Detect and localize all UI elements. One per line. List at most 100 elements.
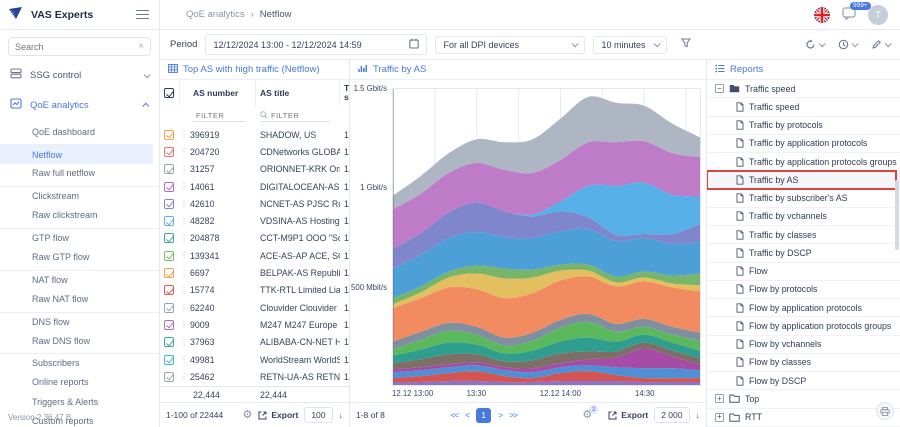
table-row[interactable]: ⋮ 396919 SHADOW, US 16.9: [160, 126, 349, 143]
chart-settings-control[interactable]: ⚙ 2: [582, 410, 592, 421]
table-export-button[interactable]: Export: [258, 410, 298, 420]
sidebar-item[interactable]: Clickstream: [0, 186, 159, 205]
drag-handle-icon[interactable]: ⋮: [180, 372, 186, 381]
search-clear-icon[interactable]: ×: [138, 41, 144, 52]
tree-item[interactable]: Traffic by application protocols: [707, 135, 900, 153]
drag-handle-icon[interactable]: ⋮: [180, 338, 186, 347]
dpi-devices-select[interactable]: For all DPI devices: [435, 36, 585, 54]
table-row[interactable]: ⋮ 62240 Clouvider Clouvider Lir 13.8: [160, 299, 349, 316]
sidebar-item[interactable]: GTP flow: [0, 228, 159, 247]
sidebar-item[interactable]: QoE dashboard: [0, 122, 159, 141]
drag-handle-icon[interactable]: ⋮: [180, 217, 186, 226]
tree-item[interactable]: Traffic speed: [707, 98, 900, 116]
drag-handle-icon[interactable]: ⋮: [180, 251, 186, 260]
edit-control[interactable]: [871, 39, 890, 50]
tree-item[interactable]: Flow by application protocols groups: [707, 317, 900, 335]
sidebar-item[interactable]: Triggers & Alerts: [0, 392, 159, 411]
history-control[interactable]: [838, 39, 857, 50]
tree-item[interactable]: Flow by DSCP: [707, 372, 900, 390]
row-checkbox[interactable]: [164, 233, 174, 243]
drag-handle-icon[interactable]: ⋮: [180, 130, 186, 139]
tree-item[interactable]: Traffic by AS: [707, 171, 900, 189]
sidebar-section-qoe-analytics[interactable]: QoE analytics: [0, 90, 159, 120]
tree-item[interactable]: Flow by application protocols: [707, 299, 900, 317]
col-header-traffic-speed[interactable]: Traffic speed: [340, 84, 349, 103]
drag-handle-icon[interactable]: ⋮: [180, 320, 186, 329]
row-checkbox[interactable]: [164, 337, 174, 347]
sidebar-item[interactable]: Subscribers: [0, 353, 159, 372]
table-row[interactable]: ⋮ 204878 CCT-M9P1 OOO "Sovre 14.4: [160, 230, 349, 247]
tree-item[interactable]: Flow by vchannels: [707, 336, 900, 354]
tree-item[interactable]: Traffic by classes: [707, 226, 900, 244]
expander-icon[interactable]: −: [715, 84, 724, 93]
row-checkbox[interactable]: [164, 372, 174, 382]
page-first-button[interactable]: <<: [450, 410, 458, 420]
filter-funnel-icon[interactable]: [681, 38, 691, 51]
page-current[interactable]: 1: [476, 408, 491, 423]
breadcrumb-parent[interactable]: QoE analytics: [186, 9, 245, 20]
period-range-picker[interactable]: 12/12/2024 13:00 - 12/12/2024 14:59: [205, 34, 427, 55]
drag-handle-icon[interactable]: ⋮: [180, 355, 186, 364]
table-page-size-select[interactable]: 100: [304, 407, 332, 423]
sidebar-item[interactable]: DNS flow: [0, 312, 159, 331]
table-row[interactable]: ⋮ 49981 WorldStream WorldStr 13.5: [160, 351, 349, 368]
page-prev-button[interactable]: <: [465, 410, 469, 420]
row-checkbox[interactable]: [164, 320, 174, 330]
table-row[interactable]: ⋮ 9009 M247 M247 Europe SRL 13.7: [160, 316, 349, 333]
chart-page-size-select[interactable]: 2 000: [654, 407, 689, 423]
tree-item[interactable]: Traffic by vchannels: [707, 208, 900, 226]
table-settings-gear-icon[interactable]: ⚙: [243, 410, 253, 421]
tree-item[interactable]: + Top: [707, 390, 900, 408]
tree-item[interactable]: − Traffic speed: [707, 80, 900, 98]
row-checkbox[interactable]: [164, 216, 174, 226]
row-checkbox[interactable]: [164, 130, 174, 140]
menu-toggle-icon[interactable]: [134, 7, 151, 23]
reports-scrollbar-thumb[interactable]: [895, 180, 899, 250]
chart-plot[interactable]: [392, 88, 701, 386]
search-input[interactable]: [15, 42, 138, 52]
sidebar-item[interactable]: Raw clickstream: [0, 206, 159, 225]
expander-icon[interactable]: +: [715, 394, 724, 403]
tree-item[interactable]: Traffic by DSCP: [707, 244, 900, 262]
expander-icon[interactable]: +: [715, 413, 724, 422]
sidebar-item[interactable]: Raw DNS flow: [0, 331, 159, 350]
row-checkbox[interactable]: [164, 268, 174, 278]
table-row[interactable]: ⋮ 48282 VDSINA-AS Hosting te 15.3: [160, 212, 349, 229]
sidebar-item[interactable]: Netflow: [0, 144, 153, 163]
table-row[interactable]: ⋮ 31257 ORIONNET-KRK Orion T 16.4: [160, 161, 349, 178]
language-flag-icon[interactable]: [814, 7, 830, 23]
drag-handle-icon[interactable]: ⋮: [180, 286, 186, 295]
notifications-icon[interactable]: 999+: [842, 7, 856, 23]
drag-handle-icon[interactable]: ⋮: [180, 234, 186, 243]
refresh-control[interactable]: [805, 39, 824, 50]
page-next-button[interactable]: >: [498, 410, 502, 420]
row-checkbox[interactable]: [164, 251, 174, 261]
col-header-as-title[interactable]: AS title: [256, 80, 340, 106]
tree-item[interactable]: Traffic by subscriber's AS: [707, 190, 900, 208]
sidebar-item[interactable]: NAT flow: [0, 270, 159, 289]
table-row[interactable]: ⋮ 37963 ALIBABA-CN-NET Hang 13.6: [160, 334, 349, 351]
table-row[interactable]: ⋮ 139341 ACE-AS-AP ACE, SG 14.4: [160, 247, 349, 264]
drag-handle-icon[interactable]: ⋮: [180, 165, 186, 174]
sidebar-section-ssg-control[interactable]: SSG control: [0, 60, 159, 90]
select-all-checkbox[interactable]: [164, 88, 174, 98]
row-checkbox[interactable]: [164, 303, 174, 313]
table-row[interactable]: ⋮ 14061 DIGITALOCEAN-ASN, U 16.3: [160, 178, 349, 195]
row-checkbox[interactable]: [164, 355, 174, 365]
row-checkbox[interactable]: [164, 164, 174, 174]
table-row[interactable]: ⋮ 25462 RETN-UA-AS RETN Limi 13.4: [160, 368, 349, 385]
row-checkbox[interactable]: [164, 199, 174, 209]
sidebar-item[interactable]: Raw full netflow: [0, 164, 159, 183]
page-last-button[interactable]: >>: [509, 410, 517, 420]
drag-handle-icon[interactable]: ⋮: [180, 199, 186, 208]
drag-handle-icon[interactable]: ⋮: [180, 182, 186, 191]
table-download-icon[interactable]: ↓: [339, 410, 344, 420]
tree-item[interactable]: Traffic by protocols: [707, 117, 900, 135]
tree-item[interactable]: Flow by protocols: [707, 281, 900, 299]
row-checkbox[interactable]: [164, 285, 174, 295]
user-avatar[interactable]: T: [868, 5, 888, 25]
drag-handle-icon[interactable]: ⋮: [180, 147, 186, 156]
drag-handle-icon[interactable]: ⋮: [180, 269, 186, 278]
print-fab-button[interactable]: [876, 402, 894, 420]
table-row[interactable]: ⋮ 6697 BELPAK-AS Republican 14.2: [160, 264, 349, 281]
